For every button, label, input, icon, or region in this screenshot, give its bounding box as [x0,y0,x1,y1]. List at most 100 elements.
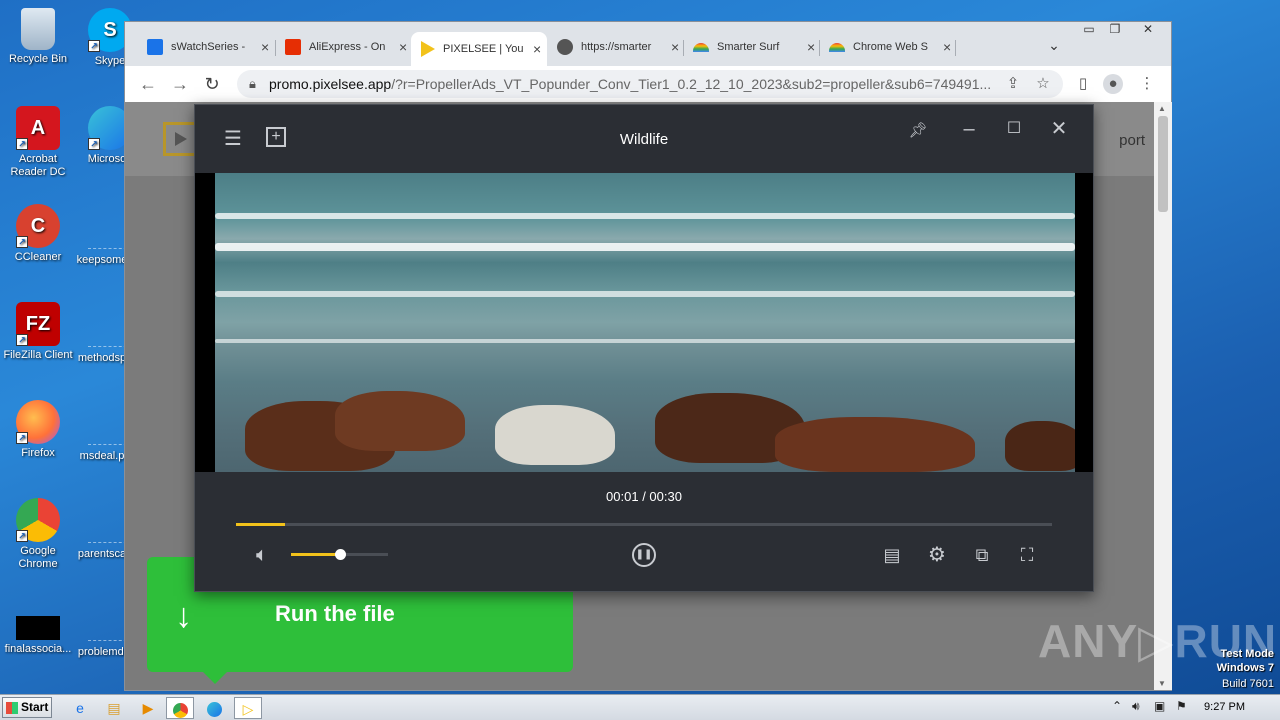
reload-button[interactable]: ↻ [201,73,223,95]
acrobat-icon: A ↗ [16,106,60,150]
player-minimize-icon[interactable]: – [957,117,981,141]
tab-close-icon[interactable]: × [399,39,407,55]
tab-title: Chrome Web S [853,41,928,53]
tray-network-icon[interactable]: ▣ [1154,699,1165,713]
tab-title: sWatchSeries - [171,41,246,53]
tab-smarter-url[interactable]: https://smarter × [547,32,683,62]
tab-search-button[interactable]: ⌄ [1043,34,1065,56]
start-button[interactable]: Start [2,697,52,718]
desktop-icon-label: methodsp [77,352,127,364]
desktop-icon-label: keepsome [76,254,128,266]
desktop-icon-recycle-bin[interactable]: Recycle Bin [0,8,76,66]
url-host: promo.pixelsee.app [269,76,392,92]
time-separator: / [638,489,650,504]
tab-title: https://smarter [581,41,652,53]
tab-strip: sWatchSeries - × AliExpress - On × PIXEL… [125,22,1171,70]
tab-title: AliExpress - On [309,41,386,53]
cast-icon[interactable]: ⧉ [970,543,994,567]
seek-bar-progress [236,523,285,526]
scroll-down-icon[interactable]: ▼ [1158,679,1166,688]
tab-pixelsee[interactable]: PIXELSEE | You × [411,32,547,66]
windows-flag-icon [6,702,18,714]
taskbar-media-player-icon[interactable]: ▶ [134,697,162,719]
close-window-button[interactable]: ✕ [1131,22,1165,40]
tab-close-icon[interactable]: × [943,39,951,55]
taskbar-edge-icon[interactable] [200,697,228,719]
pixelsee-logo[interactable] [163,122,197,156]
rainbow-icon [693,42,709,52]
desktop-icon-label: finalassocia... [4,643,72,655]
tab-chrome-web-store[interactable]: Chrome Web S × [819,32,955,62]
support-link[interactable]: port [1119,132,1145,149]
back-button[interactable]: ← [137,73,159,95]
player-close-icon[interactable]: ✕ [1047,117,1071,141]
volume-level [291,553,340,556]
tab-aliexpress[interactable]: AliExpress - On × [275,32,411,62]
taskbar-chrome-icon[interactable] [166,697,194,719]
scrollbar-thumb[interactable] [1158,116,1168,212]
tab-smarter-surf[interactable]: Smarter Surf × [683,32,819,62]
seek-bar[interactable] [236,523,1052,526]
video-area[interactable] [195,173,1093,472]
lock-icon: 🔒︎ [249,76,256,91]
globe-icon [557,39,573,55]
file-icon [16,616,60,640]
minimize-button[interactable]: ▭ [1077,22,1101,40]
recycle-bin-icon [21,8,55,50]
taskbar-pixelsee-icon[interactable]: ▷ [234,697,262,719]
menu-kebab-icon[interactable]: ⋮ [1137,74,1157,94]
start-label: Start [21,700,49,714]
restore-button[interactable]: ❐ [1103,22,1127,40]
desktop-icon-acrobat[interactable]: A ↗ Acrobat Reader DC [0,106,76,179]
profile-avatar-icon[interactable]: ● [1103,74,1123,94]
clock[interactable]: 9:27 PM [1204,701,1245,713]
browser-toolbar: ← → ↻ 🔒︎ promo.pixelsee.app/?r=Propeller… [125,66,1171,102]
tray-volume-icon[interactable]: 🔊︎ [1132,699,1140,714]
player-titlebar: ☰ + Wildlife 📌︎ – ☐ ✕ [195,105,1093,173]
firefox-icon: ↗ [16,400,60,444]
tab-close-icon[interactable]: × [533,41,541,57]
filezilla-icon: FZ ↗ [16,302,60,346]
desktop-icon-label: problemdi [77,646,127,658]
volume-knob[interactable] [334,549,346,560]
new-tab-button[interactable] [963,36,985,58]
player-maximize-icon[interactable]: ☐ [1002,117,1026,141]
subtitles-icon[interactable]: ▤ [880,543,904,567]
tab-close-icon[interactable]: × [671,39,679,55]
tab-swatchseries[interactable]: sWatchSeries - × [137,32,273,62]
tab-separator [955,40,956,56]
time-current: 00:01 [606,489,639,504]
side-panel-icon[interactable]: ▯ [1073,74,1093,94]
ccleaner-icon: C ↗ [16,204,60,248]
tab-title: PIXELSEE | You [443,43,524,55]
horse [1005,421,1075,471]
tray-chevron-icon[interactable]: ⌃ [1112,699,1122,713]
fullscreen-icon[interactable]: ⛶ [1015,543,1039,567]
time-total: 00:30 [649,489,682,504]
tray-flag-icon[interactable]: ⚑ [1176,699,1187,713]
bookmark-star-icon[interactable]: ☆ [1033,74,1053,94]
volume-icon[interactable]: 🔈︎ [250,543,274,567]
horse [495,405,615,465]
desktop-icon-label: Acrobat Reader DC [10,153,66,178]
tab-close-icon[interactable]: × [807,39,815,55]
volume-slider[interactable] [291,549,388,560]
wave [215,339,1075,343]
taskbar: Start e ▤ ▶ ▷ ⌃ 🔊︎ ▣ ⚑ 9:27 PM [0,694,1280,720]
forward-button[interactable]: → [169,73,191,95]
url-path: /?r=PropellerAds_VT_Popunder_Conv_Tier1_… [391,76,992,92]
share-icon[interactable]: ⇪ [1003,74,1023,94]
taskbar-explorer-icon[interactable]: ▤ [100,697,128,719]
page-scrollbar[interactable]: ▲ ▼ [1154,102,1172,690]
pause-icon[interactable]: ❚❚ [632,543,656,567]
taskbar-ie-icon[interactable]: e [66,697,94,719]
scroll-up-icon[interactable]: ▲ [1158,104,1166,113]
tab-favicon-icon [421,41,435,57]
desktop-icon-label: Skype [94,55,126,67]
desktop-icon-label: Google Chrome [18,545,58,570]
settings-gear-icon[interactable]: ⚙ [925,543,949,567]
address-bar[interactable]: 🔒︎ promo.pixelsee.app/?r=PropellerAds_VT… [237,70,1063,98]
pin-icon[interactable]: 📌︎ [906,119,930,143]
desktop-icon-label: Recycle Bin [8,53,68,65]
tab-close-icon[interactable]: × [261,39,269,55]
